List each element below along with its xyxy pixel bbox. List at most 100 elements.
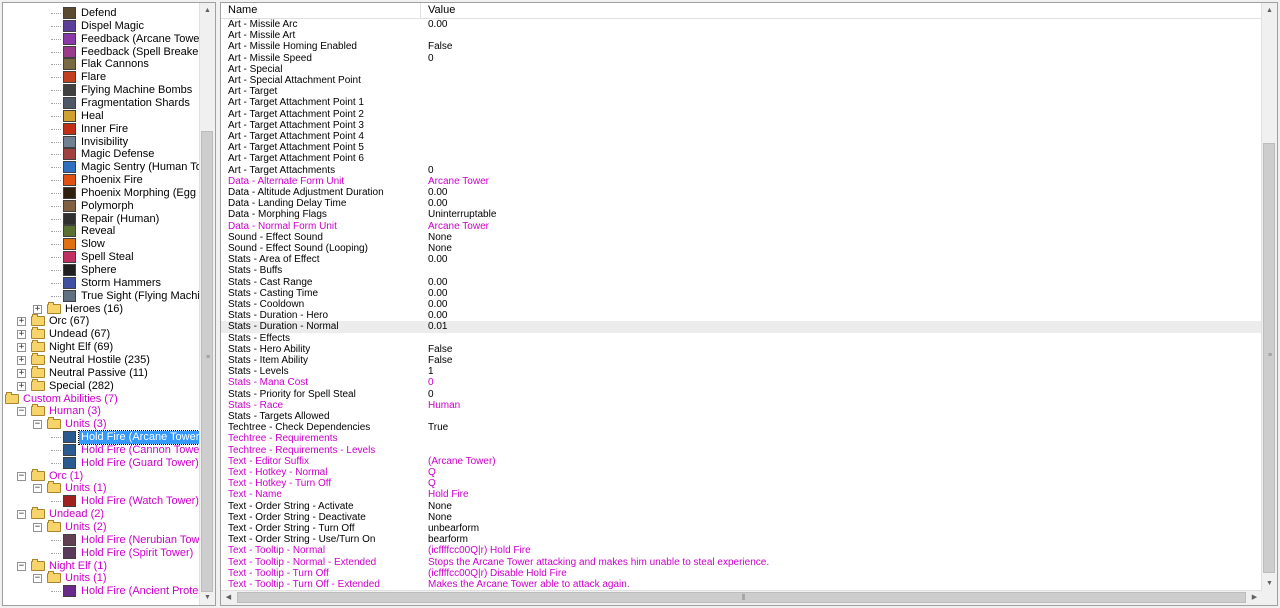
tree-item[interactable]: Storm Hammers bbox=[3, 276, 200, 290]
tree-folder[interactable]: − Units (1) bbox=[3, 571, 200, 585]
grid-row[interactable]: Stats - Item Ability False bbox=[221, 355, 1262, 366]
grid-row[interactable]: Stats - Priority for Spell Steal 0 bbox=[221, 389, 1262, 400]
grid-row[interactable]: Data - Altitude Adjustment Duration 0.00 bbox=[221, 187, 1262, 198]
expand-icon[interactable]: + bbox=[17, 355, 26, 365]
field-value[interactable]: False bbox=[428, 355, 452, 366]
grid-row[interactable]: Techtree - Requirements bbox=[221, 433, 1262, 444]
grid-row[interactable]: Stats - Area of Effect 0.00 bbox=[221, 254, 1262, 265]
tree-item[interactable]: Magic Sentry (Human Towers) bbox=[3, 161, 215, 174]
field-value[interactable]: 1 bbox=[428, 366, 434, 377]
grid-row[interactable]: Text - Tooltip - Turn Off - Extended Make… bbox=[221, 579, 1262, 590]
grid-row[interactable]: Stats - Duration - Normal 0.01 bbox=[221, 321, 1262, 333]
grid-row[interactable]: Art - Target Attachment Point 1 bbox=[221, 97, 1262, 108]
grid-row[interactable]: Stats - Buffs bbox=[221, 265, 1262, 276]
tree-item[interactable]: Hold Fire (Nerubian Tower) bbox=[3, 533, 213, 547]
collapse-icon[interactable]: − bbox=[17, 510, 26, 520]
tree-item[interactable]: Phoenix Fire bbox=[3, 174, 200, 187]
collapse-icon[interactable]: − bbox=[17, 561, 26, 571]
grid-row[interactable]: Data - Landing Delay Time 0.00 bbox=[221, 198, 1262, 209]
field-value[interactable]: 0.00 bbox=[428, 254, 447, 265]
tree-item[interactable]: Phoenix Morphing (Egg Related) bbox=[3, 186, 215, 200]
field-value[interactable]: 0.00 bbox=[428, 19, 447, 30]
grid-row[interactable]: Data - Alternate Form Unit Arcane Tower bbox=[221, 176, 1262, 187]
grid-row[interactable]: Art - Target Attachment Point 5 bbox=[221, 142, 1262, 153]
tree-item[interactable]: Hold Fire (Arcane Tower) bbox=[3, 430, 207, 446]
field-value[interactable]: bearform bbox=[428, 534, 468, 545]
tree-item[interactable]: Reveal bbox=[3, 225, 200, 238]
tree-item[interactable]: Flare bbox=[3, 71, 200, 84]
scroll-down-arrow-icon[interactable]: ▼ bbox=[200, 590, 215, 605]
field-value[interactable]: Hold Fire bbox=[428, 489, 469, 500]
grid-row[interactable]: Text - Tooltip - Normal (icffffcc00Q|r) H… bbox=[221, 545, 1262, 556]
tree-item[interactable]: Hold Fire (Ancient Protector) bbox=[3, 585, 215, 598]
grid-row[interactable]: Stats - Targets Allowed bbox=[221, 411, 1262, 422]
tree-folder[interactable]: − Units (1) bbox=[3, 481, 200, 495]
grid-row[interactable]: Stats - Race Human bbox=[221, 400, 1262, 411]
collapse-icon[interactable]: − bbox=[17, 471, 26, 481]
field-value[interactable]: None bbox=[428, 512, 452, 523]
tree-vertical-scrollbar[interactable]: ▲ ≡ ▼ bbox=[199, 3, 215, 605]
expand-icon[interactable]: + bbox=[17, 381, 26, 391]
field-value[interactable]: 0.00 bbox=[428, 310, 447, 321]
grid-row[interactable]: Art - Missile Homing Enabled False bbox=[221, 41, 1262, 52]
grid-vertical-scrollbar[interactable]: ▲ ≡ ▼ bbox=[1261, 3, 1277, 591]
tree-item[interactable]: Repair (Human) bbox=[3, 212, 200, 226]
tree-folder[interactable]: − Night Elf (1) bbox=[3, 558, 200, 573]
tree-item[interactable]: Slow bbox=[3, 238, 200, 251]
tree-item[interactable]: Dispel Magic bbox=[3, 19, 200, 33]
column-header-name[interactable]: Name bbox=[221, 3, 421, 18]
grid-row[interactable]: Text - Editor Suffix (Arcane Tower) bbox=[221, 456, 1262, 467]
object-fields-panel[interactable]: Name Value Art - Missile Arc 0.00 Art - Mi… bbox=[220, 2, 1278, 606]
grid-row[interactable]: Text - Order String - Use/Turn On bearfor… bbox=[221, 534, 1262, 545]
grid-row[interactable]: Text - Order String - Deactivate None bbox=[221, 512, 1262, 523]
grid-row[interactable]: Text - Hotkey - Normal Q bbox=[221, 467, 1262, 478]
field-value[interactable]: (Arcane Tower) bbox=[428, 456, 496, 467]
field-value[interactable]: 0.00 bbox=[428, 288, 447, 299]
tree-item[interactable]: Invisibility bbox=[3, 135, 200, 149]
tree-folder[interactable]: − Units (3) bbox=[3, 417, 200, 431]
tree-folder[interactable]: − Orc (1) bbox=[3, 468, 200, 483]
field-value[interactable]: 0.01 bbox=[428, 321, 447, 332]
field-value[interactable]: None bbox=[428, 232, 452, 243]
scroll-right-arrow-icon[interactable]: ▶ bbox=[1247, 591, 1262, 605]
grid-row[interactable]: Text - Order String - Turn Off unbearform bbox=[221, 523, 1262, 534]
grid-row[interactable]: Text - Tooltip - Normal - Extended Stops … bbox=[221, 557, 1262, 568]
grid-row[interactable]: Stats - Casting Time 0.00 bbox=[221, 288, 1262, 299]
expand-icon[interactable]: + bbox=[17, 330, 26, 340]
collapse-icon[interactable]: − bbox=[33, 484, 42, 494]
tree-item[interactable]: Inner Fire bbox=[3, 122, 200, 136]
grid-row[interactable]: Data - Normal Form Unit Arcane Tower bbox=[221, 221, 1262, 232]
tree-item[interactable]: Feedback (Arcane Tower) bbox=[3, 32, 207, 46]
ability-tree[interactable]: Defend Dispel Magic Feedback (Arcane Tower… bbox=[3, 3, 215, 605]
grid-row[interactable]: Text - Hotkey - Turn Off Q bbox=[221, 478, 1262, 489]
tree-item[interactable]: Heal bbox=[3, 109, 200, 123]
field-value[interactable]: Stops the Arcane Tower attacking and mak… bbox=[428, 557, 769, 568]
field-value[interactable]: Makes the Arcane Tower able to attack ag… bbox=[428, 579, 630, 590]
tree-folder[interactable]: − Units (2) bbox=[3, 520, 200, 534]
grid-row[interactable]: Art - Missile Art bbox=[221, 30, 1262, 41]
tree-item[interactable]: Polymorph bbox=[3, 199, 200, 213]
field-value[interactable]: Human bbox=[428, 400, 460, 411]
grid-row[interactable]: Techtree - Check Dependencies True bbox=[221, 422, 1262, 433]
grid-row[interactable]: Stats - Hero Ability False bbox=[221, 344, 1262, 355]
field-value[interactable]: 0.00 bbox=[428, 198, 447, 209]
field-value[interactable]: 0.00 bbox=[428, 277, 447, 288]
grid-row[interactable]: Data - Morphing Flags Uninterruptable bbox=[221, 209, 1262, 220]
grid-row[interactable]: Text - Tooltip - Turn Off (icffffcc00Q|r)… bbox=[221, 568, 1262, 579]
grid-row[interactable]: Text - Order String - Activate None bbox=[221, 501, 1262, 512]
scroll-down-arrow-icon[interactable]: ▼ bbox=[1262, 576, 1277, 591]
tree-item[interactable]: True Sight (Flying Machine) bbox=[3, 289, 215, 303]
grid-row[interactable]: Stats - Cast Range 0.00 bbox=[221, 277, 1262, 288]
field-value[interactable]: 0.00 bbox=[428, 187, 447, 198]
field-value[interactable]: 0 bbox=[428, 377, 434, 388]
field-value[interactable]: Uninterruptable bbox=[428, 209, 496, 220]
tree-item[interactable]: Hold Fire (Cannon Tower) bbox=[3, 443, 207, 457]
field-value[interactable]: False bbox=[428, 41, 452, 52]
grid-row[interactable]: Stats - Mana Cost 0 bbox=[221, 377, 1262, 388]
tree-folder[interactable]: − Undead (2) bbox=[3, 507, 200, 521]
field-value[interactable]: True bbox=[428, 422, 448, 433]
grid-row[interactable]: Art - Target Attachment Point 3 bbox=[221, 120, 1262, 131]
expand-icon[interactable]: + bbox=[17, 343, 26, 353]
grid-row[interactable]: Sound - Effect Sound None bbox=[221, 232, 1262, 243]
expand-icon[interactable]: + bbox=[17, 317, 26, 327]
